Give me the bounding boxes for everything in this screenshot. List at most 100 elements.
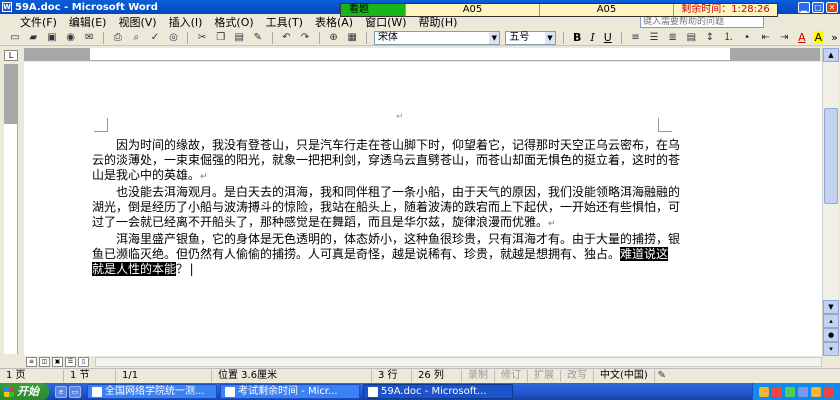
- tab-stop-selector[interactable]: L: [4, 50, 18, 61]
- print-layout-view-button[interactable]: ▣: [52, 357, 63, 367]
- outline-view-button[interactable]: ☰: [65, 357, 76, 367]
- spelling-status-icon[interactable]: ✎: [655, 369, 669, 382]
- toolbar-separator: [563, 31, 564, 44]
- font-color-button[interactable]: A: [796, 31, 808, 44]
- italic-button[interactable]: I: [588, 31, 596, 44]
- web-view-button[interactable]: ◫: [39, 357, 50, 367]
- taskbar-item-exam[interactable]: 全国网络学院统一测...: [87, 384, 217, 399]
- hyperlink-icon[interactable]: ⊕: [327, 31, 341, 44]
- tray-icon[interactable]: [824, 386, 834, 397]
- toolbar-overflow-button[interactable]: »: [829, 31, 840, 44]
- status-trk[interactable]: 修订: [495, 369, 528, 382]
- tray-icon[interactable]: [759, 386, 769, 397]
- paste-icon[interactable]: ▤: [232, 31, 246, 44]
- paragraph-1-text: 因为时间的缘故，我没有登苍山，只是汽车行走在苍山脚下时，仰望着它，记得那时天空正…: [92, 138, 681, 182]
- bold-button[interactable]: B: [571, 31, 583, 44]
- print-preview-icon[interactable]: ⌕: [130, 31, 144, 44]
- menu-tools[interactable]: 工具(T): [260, 14, 309, 30]
- justify-icon[interactable]: ▤: [685, 31, 699, 44]
- status-line: 3 行: [372, 369, 412, 382]
- align-right-icon[interactable]: ≣: [666, 31, 680, 44]
- vertical-scrollbar[interactable]: ▲ ▼ ▴ ● ▾: [822, 48, 839, 356]
- tray-icon[interactable]: [785, 386, 795, 397]
- tray-icon[interactable]: [811, 386, 821, 397]
- menu-format[interactable]: 格式(O): [208, 14, 259, 30]
- normal-view-button[interactable]: ≡: [26, 357, 37, 367]
- paragraph-2: 也没能去洱海观月。是白天去的洱海，我和同伴租了一条小船，由于天气的原因，我们没能…: [92, 185, 680, 232]
- menu-view[interactable]: 视图(V): [112, 14, 162, 30]
- status-page: 1 页: [0, 369, 64, 382]
- taskbar-item-word[interactable]: 59A.doc - Microsoft...: [363, 384, 513, 399]
- copy-icon[interactable]: ❐: [214, 31, 228, 44]
- bullets-icon[interactable]: •: [740, 31, 754, 44]
- horizontal-ruler[interactable]: [24, 48, 820, 61]
- chevron-down-icon[interactable]: ▼: [545, 31, 555, 44]
- print-icon[interactable]: ⎙: [111, 31, 125, 44]
- paragraph-3: 洱海里盛产银鱼，它的身体是无色透明的，体态娇小，这种鱼很珍贵，只有洱海才有。由于…: [92, 232, 680, 277]
- status-ovr[interactable]: 改写: [561, 369, 594, 382]
- paragraph-mark: ↵: [548, 219, 556, 229]
- decrease-indent-icon[interactable]: ⇤: [759, 31, 773, 44]
- start-label: 开始: [17, 385, 39, 398]
- previous-page-button[interactable]: ▴: [823, 314, 839, 328]
- numbering-icon[interactable]: ⒈: [722, 31, 736, 44]
- line-spacing-icon[interactable]: ↕: [703, 31, 717, 44]
- menu-insert[interactable]: 插入(I): [163, 14, 209, 30]
- select-browse-object-button[interactable]: ●: [823, 328, 839, 342]
- highlight-button[interactable]: A: [812, 31, 825, 44]
- close-button[interactable]: ✕: [826, 1, 838, 13]
- view-question-button[interactable]: 看题: [341, 4, 405, 16]
- chevron-down-icon[interactable]: ▼: [489, 31, 500, 44]
- font-size-select[interactable]: 五号 ▼: [505, 30, 556, 45]
- underline-button[interactable]: U: [602, 31, 614, 44]
- scroll-thumb[interactable]: [824, 108, 838, 204]
- font-name-select[interactable]: 宋体 ▼: [373, 30, 501, 45]
- reading-view-button[interactable]: ▯: [78, 357, 89, 367]
- show-desktop-icon[interactable]: ▭: [69, 385, 81, 398]
- minimize-button[interactable]: ▁: [798, 1, 810, 13]
- document-canvas[interactable]: ↵ 因为时间的缘故，我没有登苍山，只是汽车行走在苍山脚下时，仰望着它，记得那时天…: [24, 62, 822, 356]
- status-ext[interactable]: 扩展: [528, 369, 561, 382]
- format-painter-icon[interactable]: ✎: [251, 31, 265, 44]
- taskbar-item-timer[interactable]: 考试剩余时间 - Micr...: [220, 384, 360, 399]
- increase-indent-icon[interactable]: ⇥: [778, 31, 792, 44]
- research-icon[interactable]: ◎: [167, 31, 181, 44]
- status-column: 26 列: [412, 369, 462, 382]
- status-rec[interactable]: 录制: [462, 369, 495, 382]
- tray-icon[interactable]: [772, 386, 782, 397]
- redo-icon[interactable]: ↷: [298, 31, 312, 44]
- open-folder-icon[interactable]: ▰: [27, 31, 41, 44]
- email-icon[interactable]: ✉: [82, 31, 96, 44]
- tray-icon[interactable]: [798, 386, 808, 397]
- maximize-button[interactable]: ▢: [812, 1, 824, 13]
- cut-icon[interactable]: ✂: [195, 31, 209, 44]
- browser-icon[interactable]: e: [55, 385, 67, 398]
- menu-file[interactable]: 文件(F): [14, 14, 63, 30]
- paragraph-mark: ↵: [200, 172, 208, 182]
- exam-timer-bar: 看题 A05 A05 剩余时间：1:28:26: [340, 3, 778, 17]
- toolbar-separator: [102, 31, 104, 44]
- toolbar-separator: [187, 31, 189, 44]
- menu-edit[interactable]: 编辑(E): [63, 14, 113, 30]
- scroll-up-button[interactable]: ▲: [823, 48, 839, 62]
- vertical-ruler[interactable]: [4, 64, 18, 354]
- help-search-input[interactable]: 键入需要帮助的问题: [640, 16, 764, 28]
- tables-borders-icon[interactable]: ▦: [345, 31, 359, 44]
- permission-icon[interactable]: ◉: [64, 31, 78, 44]
- align-left-icon[interactable]: ≡: [629, 31, 643, 44]
- save-icon[interactable]: ▣: [45, 31, 59, 44]
- spelling-icon[interactable]: ✓: [148, 31, 162, 44]
- document-body[interactable]: 因为时间的缘故，我没有登苍山，只是汽车行走在苍山脚下时，仰望着它，记得那时天空正…: [92, 138, 680, 277]
- ruler-left-margin: [24, 48, 90, 61]
- ruler-right-margin: [730, 48, 820, 61]
- taskbar-item-label: 59A.doc - Microsoft...: [381, 386, 487, 397]
- undo-icon[interactable]: ↶: [280, 31, 294, 44]
- status-position: 位置 3.6厘米: [212, 369, 372, 382]
- scroll-down-button[interactable]: ▼: [823, 300, 839, 314]
- start-button[interactable]: 开始: [0, 383, 49, 400]
- new-document-icon[interactable]: ▭: [8, 31, 22, 44]
- next-page-button[interactable]: ▾: [823, 342, 839, 356]
- align-center-icon[interactable]: ☰: [647, 31, 661, 44]
- horizontal-scrollbar[interactable]: [95, 357, 822, 367]
- toolbar-separator: [365, 31, 367, 44]
